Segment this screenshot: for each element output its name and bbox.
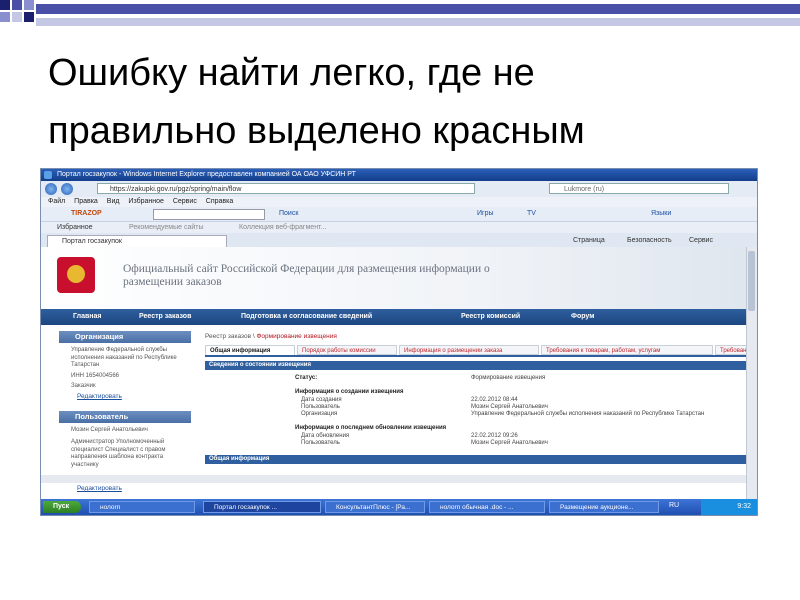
forward-button[interactable] [61,183,73,195]
menu-favorites[interactable]: Избранное [128,197,163,207]
taskbar-item-doc[interactable]: нолоrn обычная .doc - ... [429,501,545,513]
nav-orders-registry[interactable]: Реестр заказов [139,312,191,322]
created-date-value: 22.02.2012 08:44 [471,397,518,403]
favorites-item-recommended[interactable]: Рекомендуемые сайты [129,223,203,233]
menu-file[interactable]: Файл [48,197,65,207]
updated-user-value: Мозин Сергей Анатольевич [471,440,548,446]
browser-screenshot: Портал госзакупок - Windows Internet Exp… [40,168,758,516]
site-nav: Главная Реестр заказов Подготовка и согл… [41,309,747,325]
command-page[interactable]: Страница [573,236,605,246]
tab-requirements[interactable]: Требования [715,345,747,355]
taskbar-item-folder[interactable]: нолоrn [89,501,195,513]
web-page: Официальный сайт Российской Федерации дл… [41,247,747,499]
menu-view[interactable]: Вид [107,197,120,207]
address-row: https://zakupki.gov.ru/pgz/spring/main/f… [41,181,757,197]
site-banner: Официальный сайт Российской Федерации дл… [41,247,747,309]
nav-home[interactable]: Главная [73,312,101,322]
coat-of-arms-icon [57,257,95,293]
menu-edit[interactable]: Правка [74,197,98,207]
tab-row: Портал госзакупок Страница Безопасность … [41,233,757,248]
ie-icon [44,171,52,179]
toolbar-games[interactable]: Игры [477,209,494,219]
created-header: Информация о создании извещения [295,389,404,395]
clock: 9:32 [737,503,751,510]
scrollbar-thumb[interactable] [748,251,755,311]
address-bar[interactable]: https://zakupki.gov.ru/pgz/spring/main/f… [97,183,475,194]
tab-order-placement[interactable]: Информация о размещении заказа [399,345,539,355]
menu-help[interactable]: Справка [206,197,233,207]
created-org-label: Организация [301,411,338,417]
nav-forum[interactable]: Форум [571,312,594,322]
menu-tools[interactable]: Сервис [173,197,197,207]
start-button[interactable]: Пуск [43,501,81,513]
taskbar-item-auction[interactable]: Размещение аукционе... [549,501,659,513]
breadcrumb-parent[interactable]: Реестр заказов [205,333,251,340]
favorites-item-webslices[interactable]: Коллекция веб-фрагмент... [239,223,326,233]
content-tabs: Общая информация Порядок работы комиссии… [205,343,747,357]
search-text: Lukmore (ru) [564,186,605,193]
status-label: Статус: [295,375,318,381]
toolbar-search-button[interactable]: Поиск [279,209,298,219]
language-indicator[interactable]: RU [669,502,679,509]
org-edit-link[interactable]: Редактировать [77,393,122,400]
back-button[interactable] [45,183,57,195]
created-date-label: Дата создания [301,397,342,403]
toolbar-languages[interactable]: Языки [651,209,671,219]
menu-bar: Файл Правка Вид Избранное Сервис Справка [41,197,757,207]
tab-general[interactable]: Общая информация [205,345,295,355]
user-header: Пользователь [59,411,191,423]
system-tray: 9:32 [701,499,757,515]
nav-commissions[interactable]: Реестр комиссий [461,312,520,322]
tab-requirements-goods[interactable]: Требования к товарам, работам, услугам [541,345,713,355]
user-edit-link[interactable]: Редактировать [77,485,122,492]
toolbar-brand[interactable]: TIRAZOP [71,209,102,219]
vertical-scrollbar[interactable] [746,247,757,499]
breadcrumb: Реестр заказов \ Формирование извещения [205,333,337,340]
status-value: Формирование извещения [471,375,546,381]
updated-date-label: Дата обновления [301,433,350,439]
updated-header: Информация о последнем обновлении извеще… [295,425,447,431]
horizontal-scrollbar[interactable] [41,475,747,483]
slide-decoration [0,0,800,26]
updated-date-value: 22.02.2012 09:26 [471,433,518,439]
toolbar: TIRAZOP Поиск Игры TV Языки [41,207,757,221]
toolbar-tv[interactable]: TV [527,209,536,219]
toolbar-search-input[interactable] [153,209,265,220]
breadcrumb-current: Формирование извещения [256,333,337,340]
user-name: Мозин Сергей Анатольевич [71,427,148,433]
favorites-button[interactable]: Избранное [57,223,92,233]
created-org-value: Управление Федеральной службы исполнения… [471,411,705,417]
window-titlebar: Портал госзакупок - Windows Internet Exp… [41,169,757,181]
taskbar-item-consultant[interactable]: КонсультантПлюс - [Ра... [325,501,425,513]
taskbar: Пуск нолоrn Портал госзакупок ... Консул… [41,499,757,515]
user-roles: Администратор Уполномоченный специалист … [71,439,166,468]
org-name: Управление Федеральной службы исполнения… [71,347,177,368]
org-role: Заказчик [71,383,96,389]
section-general-header: Общая информация [205,455,747,464]
section-state-header: Сведения о состоянии извещения [205,361,747,370]
created-user-value: Мозин Сергей Анатольевич [471,404,548,410]
org-header: Организация [59,331,191,343]
created-user-label: Пользователь [301,404,340,410]
address-text: https://zakupki.gov.ru/pgz/spring/main/f… [110,186,242,193]
breadcrumb-separator: \ [252,333,255,340]
window-title: Портал госзакупок - Windows Internet Exp… [57,171,356,178]
search-box[interactable]: Lukmore (ru) [549,183,729,194]
tab-commission-procedure[interactable]: Порядок работы комиссии [297,345,397,355]
site-title: Официальный сайт Российской Федерации дл… [123,263,490,288]
updated-user-label: Пользователь [301,440,340,446]
taskbar-item-portal[interactable]: Портал госзакупок ... [203,501,321,513]
nav-preparation[interactable]: Подготовка и согласование сведений [241,312,372,322]
org-inn: ИНН 1654004566 [71,373,120,379]
slide-title: Ошибку найти легко, где не правильно выд… [48,52,585,152]
browser-tab-label: Портал госзакупок [62,238,122,245]
command-safety[interactable]: Безопасность [627,236,672,246]
command-service[interactable]: Сервис [689,236,713,246]
browser-tab[interactable]: Портал госзакупок [47,235,227,247]
